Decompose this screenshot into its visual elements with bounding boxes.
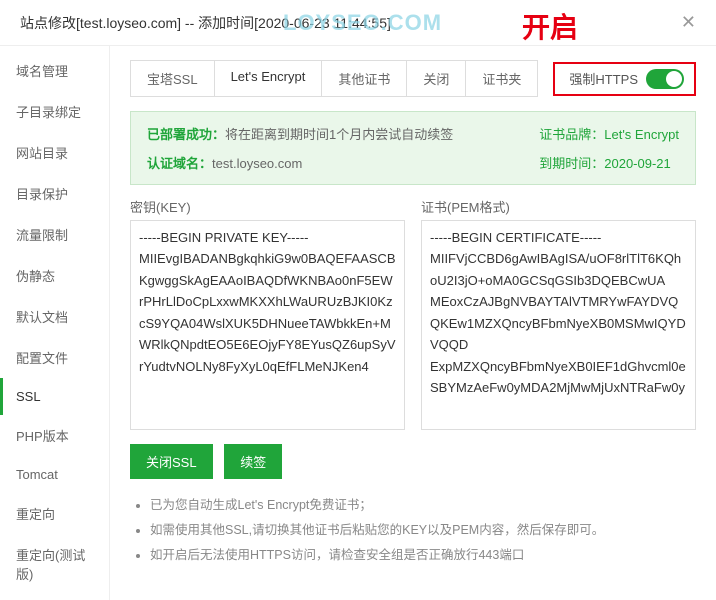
tab-othercert[interactable]: 其他证书 xyxy=(322,61,407,96)
tab-letsencrypt[interactable]: Let's Encrypt xyxy=(215,61,323,96)
sidebar-item-redirect[interactable]: 重定向 xyxy=(0,493,109,534)
cert-brand-label: 证书品牌： xyxy=(539,127,604,142)
top-row: 宝塔SSL Let's Encrypt 其他证书 关闭 证书夹 强制HTTPS xyxy=(130,60,696,97)
dialog-title: 站点修改[test.loyseo.com] -- 添加时间[2020-06-23… xyxy=(20,13,391,33)
tab-certfolder[interactable]: 证书夹 xyxy=(466,61,537,96)
cert-brand-value: Let's Encrypt xyxy=(604,127,679,142)
force-https-toggle[interactable] xyxy=(646,69,684,89)
sidebar-item-traffic[interactable]: 流量限制 xyxy=(0,214,109,255)
cert-domain-label: 认证域名： xyxy=(147,156,212,171)
pem-column: 证书(PEM格式) xyxy=(421,197,696,430)
sidebar-item-config[interactable]: 配置文件 xyxy=(0,337,109,378)
sidebar-item-ssl[interactable]: SSL xyxy=(0,378,109,415)
sidebar-item-proxy[interactable]: 反向代理 xyxy=(0,594,109,600)
ssl-tabs: 宝塔SSL Let's Encrypt 其他证书 关闭 证书夹 xyxy=(130,60,538,97)
tips-list: 已为您自动生成Let's Encrypt免费证书； 如需使用其他SSL,请切换其… xyxy=(130,493,696,568)
deploy-success-panel: 已部署成功：将在距离到期时间1个月内尝试自动续签 认证域名：test.loyse… xyxy=(130,111,696,185)
sidebar-item-php[interactable]: PHP版本 xyxy=(0,415,109,456)
renew-button[interactable]: 续签 xyxy=(224,444,282,479)
close-icon[interactable]: ✕ xyxy=(681,12,696,33)
deploy-left: 已部署成功：将在距离到期时间1个月内尝试自动续签 认证域名：test.loyse… xyxy=(147,124,453,172)
tip-item: 如开启后无法使用HTTPS访问，请检查安全组是否正确放行443端口 xyxy=(150,543,696,568)
key-column: 密钥(KEY) xyxy=(130,197,405,430)
content-area: 宝塔SSL Let's Encrypt 其他证书 关闭 证书夹 强制HTTPS … xyxy=(110,46,716,600)
tab-btssl[interactable]: 宝塔SSL xyxy=(131,61,215,96)
deploy-right: 证书品牌：Let's Encrypt 到期时间：2020-09-21 xyxy=(539,124,679,172)
sidebar-item-redirect-beta[interactable]: 重定向(测试版) xyxy=(0,534,109,594)
cert-row: 密钥(KEY) 证书(PEM格式) xyxy=(130,197,696,430)
sidebar-item-sitedir[interactable]: 网站目录 xyxy=(0,132,109,173)
action-buttons: 关闭SSL 续签 xyxy=(130,444,696,479)
dialog-body: 域名管理 子目录绑定 网站目录 目录保护 流量限制 伪静态 默认文档 配置文件 … xyxy=(0,46,716,600)
cert-expire-label: 到期时间： xyxy=(539,156,604,171)
tip-item: 已为您自动生成Let's Encrypt免费证书； xyxy=(150,493,696,518)
deploy-status-text: 将在距离到期时间1个月内尝试自动续签 xyxy=(225,127,453,142)
pem-textarea[interactable] xyxy=(421,220,696,430)
site-modify-dialog: 站点修改[test.loyseo.com] -- 添加时间[2020-06-23… xyxy=(0,0,716,600)
deploy-status-label: 已部署成功： xyxy=(147,127,225,142)
cert-domain-value: test.loyseo.com xyxy=(212,156,302,171)
sidebar: 域名管理 子目录绑定 网站目录 目录保护 流量限制 伪静态 默认文档 配置文件 … xyxy=(0,46,110,600)
key-textarea[interactable] xyxy=(130,220,405,430)
sidebar-item-rewrite[interactable]: 伪静态 xyxy=(0,255,109,296)
sidebar-item-subdir[interactable]: 子目录绑定 xyxy=(0,91,109,132)
sidebar-item-defaultdoc[interactable]: 默认文档 xyxy=(0,296,109,337)
sidebar-item-domain[interactable]: 域名管理 xyxy=(0,50,109,91)
sidebar-item-dirprotect[interactable]: 目录保护 xyxy=(0,173,109,214)
key-label: 密钥(KEY) xyxy=(130,197,405,216)
force-https-label: 强制HTTPS xyxy=(569,69,638,88)
tab-close[interactable]: 关闭 xyxy=(407,61,466,96)
force-https-box: 强制HTTPS xyxy=(553,62,696,96)
sidebar-item-tomcat[interactable]: Tomcat xyxy=(0,456,109,493)
dialog-header: 站点修改[test.loyseo.com] -- 添加时间[2020-06-23… xyxy=(0,0,716,46)
pem-label: 证书(PEM格式) xyxy=(421,197,696,216)
tip-item: 如需使用其他SSL,请切换其他证书后粘贴您的KEY以及PEM内容，然后保存即可。 xyxy=(150,518,696,543)
cert-expire-value: 2020-09-21 xyxy=(604,156,671,171)
annotation-enable: 开启 xyxy=(522,6,578,46)
close-ssl-button[interactable]: 关闭SSL xyxy=(130,444,213,479)
